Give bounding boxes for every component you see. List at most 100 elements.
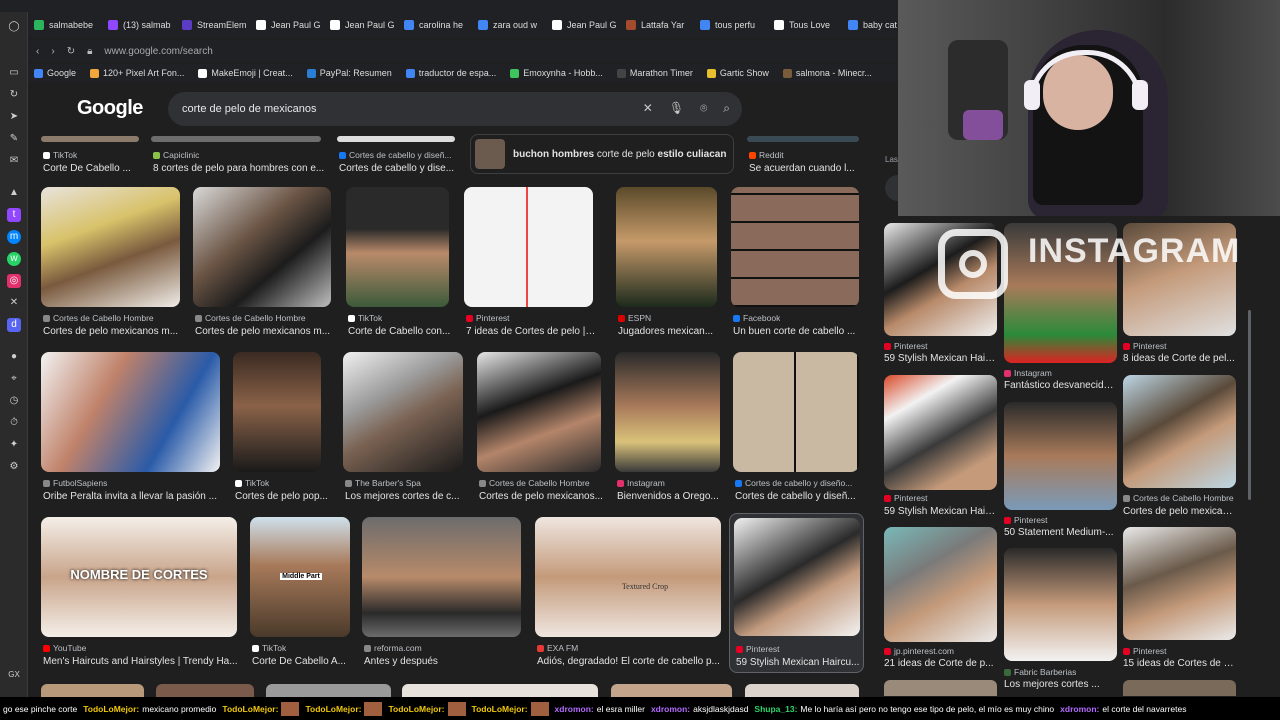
image-result[interactable]: Textured Crop EXA FM Adiós, degradado! E… bbox=[535, 517, 723, 669]
forward-icon[interactable]: › bbox=[51, 46, 54, 57]
refresh-icon[interactable]: ↻ bbox=[7, 88, 21, 102]
circle-icon[interactable]: ◯ bbox=[7, 20, 21, 34]
edit-icon[interactable]: ✎ bbox=[7, 132, 21, 146]
related-thumbnail bbox=[1004, 402, 1117, 510]
mail-icon[interactable]: ✉ bbox=[7, 154, 21, 168]
image-result[interactable]: NOMBRE DE CORTES YouTube Men's Haircuts … bbox=[41, 517, 239, 669]
music-icon[interactable]: ● bbox=[7, 350, 21, 364]
bookmark[interactable]: PayPal: Resumen bbox=[306, 68, 392, 78]
back-icon[interactable]: ‹ bbox=[36, 46, 39, 57]
related-image-partial[interactable] bbox=[884, 680, 997, 696]
image-result[interactable]: Cortes de Cabello Hombre Cortes de pelo … bbox=[193, 187, 333, 339]
tab[interactable]: zara oud w bbox=[472, 12, 542, 38]
related-image[interactable]: Pinterest 59 Stylish Mexican Hair... bbox=[884, 375, 998, 520]
settings-icon[interactable]: ⚙ bbox=[7, 460, 21, 474]
image-result[interactable]: Cortes de Cabello Hombre Cortes de pelo … bbox=[477, 352, 603, 504]
tab[interactable]: Jean Paul G bbox=[250, 12, 320, 38]
gx-icon[interactable]: GX bbox=[7, 668, 21, 682]
image-result[interactable]: Cortes de cabello y diseñ... Cortes de c… bbox=[337, 136, 457, 176]
bookmark[interactable]: Emoxynha - Hobb... bbox=[510, 68, 603, 78]
bookmark[interactable]: MakeEmoji | Creat... bbox=[198, 68, 293, 78]
image-result[interactable]: TikTok Cortes de pelo pop... bbox=[233, 352, 328, 504]
image-result[interactable]: Reddit Se acuerdan cuando l... bbox=[747, 136, 867, 176]
source-name: TikTok bbox=[53, 150, 78, 160]
tab[interactable]: carolina he bbox=[398, 12, 468, 38]
twitch-icon[interactable]: t bbox=[7, 208, 21, 222]
google-logo[interactable]: Google bbox=[77, 97, 143, 120]
image-result[interactable]: Cortes de cabello y diseño... Cortes de … bbox=[733, 352, 863, 504]
whatsapp-icon[interactable]: w bbox=[7, 252, 21, 266]
lens-icon[interactable]: ⌾ bbox=[700, 101, 707, 116]
result-thumbnail bbox=[337, 136, 455, 142]
related-image[interactable]: jp.pinterest.com 21 ideas de Corte de p.… bbox=[884, 527, 998, 672]
related-image[interactable]: Pinterest 15 ideas de Cortes de c... bbox=[1123, 527, 1237, 672]
related-image[interactable]: Fabric Barberias Los mejores cortes ... bbox=[1004, 548, 1118, 693]
related-image[interactable]: Cortes de Cabello Hombre Cortes de pelo … bbox=[1123, 375, 1237, 520]
stream-chat-ticker: go ese pinche corte TodoLoMejor: mexicano… bbox=[0, 697, 1280, 720]
related-search-chip[interactable]: buchon hombres corte de pelo estilo culi… bbox=[470, 134, 734, 174]
search-input[interactable]: corte de pelo de mexicanos ✕ 🎙︎ ⌾ ⌕ bbox=[168, 92, 742, 126]
bookmark[interactable]: 120+ Pixel Art Fon... bbox=[90, 68, 184, 78]
image-result[interactable]: Pinterest 7 ideas de Cortes de pelo | c.… bbox=[464, 187, 599, 339]
tab[interactable]: baby cat - bbox=[842, 12, 898, 38]
x-icon[interactable]: ✕ bbox=[7, 296, 21, 310]
alert-icon[interactable]: ▲ bbox=[7, 186, 21, 200]
reload-icon[interactable]: ↻ bbox=[67, 46, 75, 57]
discord-icon[interactable]: d bbox=[7, 318, 21, 332]
image-result[interactable]: Middle Part TikTok Corte De Cabello A... bbox=[250, 517, 352, 669]
tab[interactable]: Lattafa Yar bbox=[620, 12, 690, 38]
image-result[interactable]: The Barber's Spa Los mejores cortes de c… bbox=[343, 352, 465, 504]
source-favicon-icon bbox=[617, 479, 624, 487]
image-result[interactable]: Instagram Bienvenidos a Orego... bbox=[615, 352, 723, 504]
bookmark[interactable]: traductor de espa... bbox=[405, 68, 496, 78]
image-result[interactable]: Facebook Un buen corte de cabello ... bbox=[731, 187, 861, 339]
result-caption: Antes y después bbox=[364, 656, 438, 667]
bookmark-label: PayPal: Resumen bbox=[319, 68, 392, 78]
puzzle-icon[interactable]: ✦ bbox=[7, 438, 21, 452]
tab[interactable]: Jean Paul G bbox=[546, 12, 616, 38]
chat-user: TodoLoMejor: bbox=[388, 703, 445, 714]
bookmark[interactable]: Gartic Show bbox=[706, 68, 769, 78]
result-source: TikTok bbox=[235, 478, 269, 488]
bookmark[interactable]: Google bbox=[34, 68, 76, 78]
chat-text: el corte del navarretes bbox=[1102, 703, 1187, 714]
window-icon[interactable]: ▭ bbox=[7, 66, 21, 80]
image-result[interactable]: Cortes de Cabello Hombre Cortes de pelo … bbox=[41, 187, 181, 339]
result-thumbnail: NOMBRE DE CORTES bbox=[41, 517, 237, 637]
bookmark[interactable]: Marathon Timer bbox=[616, 68, 693, 78]
clear-icon[interactable]: ✕ bbox=[643, 101, 653, 116]
history-icon[interactable]: ◷ bbox=[7, 394, 21, 408]
image-result-selected[interactable]: Pinterest 59 Stylish Mexican Haircu... bbox=[729, 513, 864, 673]
tab[interactable]: Jean Paul G bbox=[324, 12, 394, 38]
image-result[interactable]: FutbolSapiens Oribe Peralta invita a lle… bbox=[41, 352, 221, 504]
panel-scrollbar[interactable] bbox=[1248, 310, 1251, 500]
image-result[interactable]: reforma.com Antes y después bbox=[362, 517, 524, 669]
result-source: Cortes de Cabello Hombre bbox=[43, 313, 154, 323]
clock-icon[interactable]: ⏱ bbox=[7, 416, 21, 430]
tab[interactable]: salmabebe bbox=[28, 12, 98, 38]
tab[interactable]: StreamEleme bbox=[176, 12, 246, 38]
instagram-icon[interactable]: ◎ bbox=[7, 274, 21, 288]
source-name: Cortes de cabello y diseño... bbox=[745, 478, 853, 488]
bookmark[interactable]: salmona - Minecr... bbox=[782, 68, 872, 78]
image-result[interactable]: Capiclinic 8 cortes de pelo para hombres… bbox=[151, 136, 326, 176]
image-result[interactable]: TikTok Corte De Cabello ... bbox=[41, 136, 141, 176]
source-favicon-icon bbox=[364, 644, 371, 652]
arrow-icon[interactable]: ➤ bbox=[7, 110, 21, 124]
search-icon[interactable]: ⌕ bbox=[723, 101, 730, 116]
image-result[interactable]: TikTok Corte de Cabello con... bbox=[346, 187, 451, 339]
image-result[interactable]: ESPN Jugadores mexican... bbox=[616, 187, 721, 339]
pin-icon[interactable]: ⌖ bbox=[7, 372, 21, 386]
bookmark-favicon-icon bbox=[90, 68, 100, 78]
microphone-icon[interactable]: 🎙︎ bbox=[669, 101, 684, 116]
related-image-partial[interactable] bbox=[1123, 680, 1236, 696]
source-favicon-icon bbox=[153, 151, 160, 159]
tab[interactable]: Tous Love bbox=[768, 12, 838, 38]
result-source: ESPN bbox=[618, 313, 651, 323]
search-results-page: Google corte de pelo de mexicanos ✕ 🎙︎ ⌾… bbox=[28, 84, 898, 720]
messenger-icon[interactable]: m bbox=[7, 230, 21, 244]
tab[interactable]: tous perfu bbox=[694, 12, 764, 38]
related-image[interactable]: Pinterest 50 Statement Medium-... bbox=[1004, 402, 1118, 542]
tab[interactable]: (13) salmab bbox=[102, 12, 172, 38]
address-bar[interactable]: www.google.com/search bbox=[104, 46, 212, 57]
